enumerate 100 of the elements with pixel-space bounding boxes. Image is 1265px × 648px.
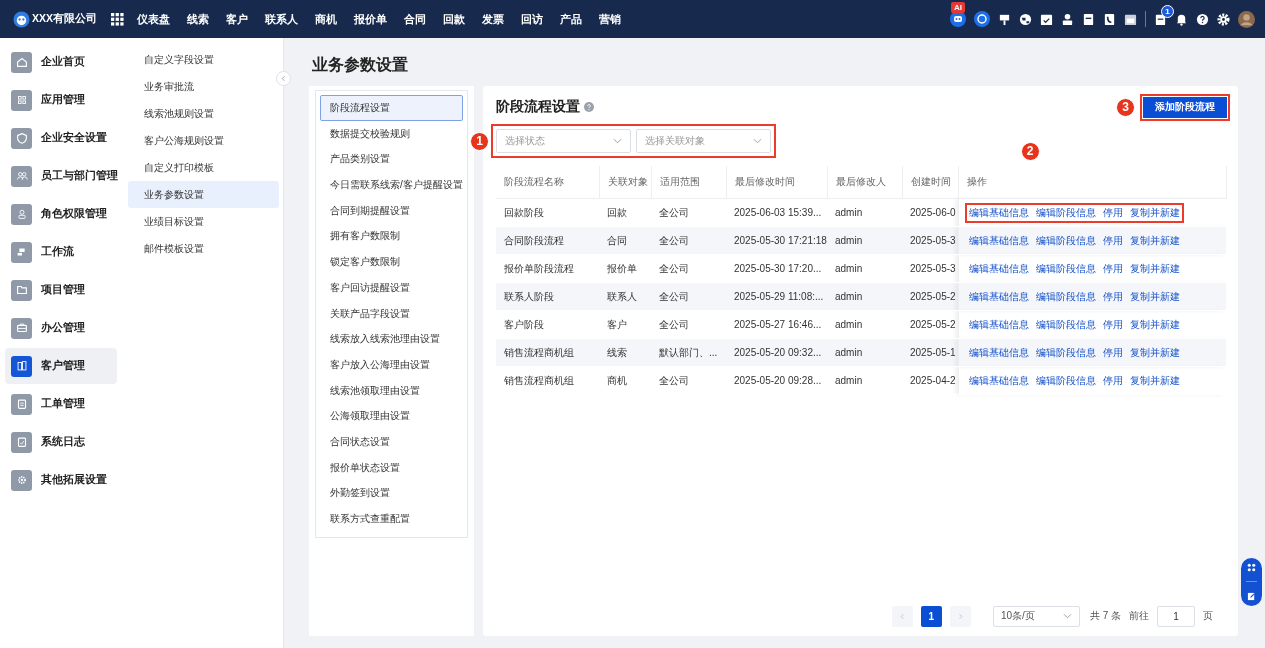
settings-list-item[interactable]: 报价单状态设置 (320, 454, 463, 481)
sidebar-item[interactable]: 项目管理 (5, 272, 117, 308)
phone-icon[interactable] (1103, 12, 1116, 26)
submenu-item[interactable]: 业务审批流 (128, 73, 279, 100)
action-link[interactable]: 编辑基础信息 (968, 233, 1029, 248)
action-link[interactable]: 编辑阶段信息 (1035, 373, 1096, 388)
sidebar-item[interactable]: 工单管理 (5, 386, 117, 422)
sidebar-item[interactable]: 应用管理 (5, 82, 117, 118)
action-link[interactable]: 编辑阶段信息 (1035, 205, 1096, 220)
action-link[interactable]: 编辑阶段信息 (1035, 345, 1096, 360)
nav-item[interactable]: 发票 (473, 11, 512, 27)
action-link[interactable]: 编辑阶段信息 (1035, 233, 1096, 248)
sidebar-item[interactable]: 系统日志 (5, 424, 117, 460)
action-link[interactable]: 复制并新建 (1129, 345, 1180, 360)
settings-list-item[interactable]: 阶段流程设置 (320, 95, 463, 121)
settings-list-item[interactable]: 线索池领取理由设置 (320, 377, 463, 404)
edit-icon[interactable] (1247, 592, 1256, 602)
action-link[interactable]: 复制并新建 (1129, 233, 1180, 248)
table-cell: admin (827, 198, 902, 227)
submenu-item[interactable]: 自定义字段设置 (128, 46, 279, 73)
settings-list-item[interactable]: 公海领取理由设置 (320, 403, 463, 429)
nav-item[interactable]: 报价单 (345, 11, 395, 27)
nav-item[interactable]: 商机 (306, 11, 345, 27)
action-link[interactable]: 停用 (1102, 261, 1123, 276)
settings-list-item[interactable]: 今日需联系线索/客户提醒设置 (320, 172, 463, 198)
globe-icon[interactable] (1019, 12, 1032, 26)
page-number[interactable]: 1 (920, 605, 942, 627)
submenu-item[interactable]: 线索池规则设置 (128, 100, 279, 127)
action-link[interactable]: 停用 (1102, 289, 1123, 304)
action-link[interactable]: 停用 (1102, 317, 1123, 332)
page-input[interactable]: 1 (1157, 605, 1195, 627)
action-link[interactable]: 停用 (1102, 345, 1123, 360)
column-header: 创建时间 (902, 166, 958, 199)
settings-list-item[interactable]: 客户回访提醒设置 (320, 274, 463, 301)
action-link[interactable]: 编辑基础信息 (968, 205, 1029, 220)
action-link[interactable]: 编辑阶段信息 (1035, 289, 1096, 304)
settings-list-item[interactable]: 合同到期提醒设置 (320, 197, 463, 224)
action-link[interactable]: 编辑基础信息 (968, 345, 1029, 360)
sidebar-item[interactable]: 员工与部门管理 (5, 158, 117, 194)
flag-icon[interactable] (998, 12, 1011, 26)
page-size-select[interactable]: 10条/页 (992, 605, 1080, 627)
settings-icon[interactable] (1217, 12, 1230, 26)
table-cell: admin (827, 282, 902, 311)
settings-list-item[interactable]: 锁定客户数限制 (320, 249, 463, 275)
settings-list-item[interactable]: 数据提交校验规则 (320, 120, 463, 147)
action-link[interactable]: 停用 (1102, 233, 1123, 248)
settings-list-item[interactable]: 外勤签到设置 (320, 480, 463, 506)
chat-icon[interactable] (974, 11, 990, 27)
calendar-check-icon[interactable] (1040, 12, 1053, 26)
submenu-item[interactable]: 业绩目标设置 (128, 208, 279, 235)
settings-list-item[interactable]: 拥有客户数限制 (320, 223, 463, 250)
action-link[interactable]: 编辑基础信息 (968, 261, 1029, 276)
settings-list-item[interactable]: 联系方式查重配置 (320, 506, 463, 532)
sidebar-item[interactable]: 企业首页 (5, 44, 117, 80)
action-link[interactable]: 复制并新建 (1129, 261, 1180, 276)
nav-item[interactable]: 仪表盘 (128, 11, 178, 27)
nav-item[interactable]: 营销 (590, 11, 629, 27)
apps-grid-icon[interactable] (111, 12, 124, 26)
action-link[interactable]: 复制并新建 (1129, 205, 1180, 220)
document-icon[interactable] (1082, 12, 1095, 26)
action-link[interactable]: 停用 (1102, 205, 1123, 220)
help-icon[interactable] (1196, 12, 1209, 26)
user-icon[interactable] (1061, 12, 1074, 26)
nav-item[interactable]: 合同 (395, 11, 434, 27)
action-link[interactable]: 编辑阶段信息 (1035, 261, 1096, 276)
action-link[interactable]: 编辑基础信息 (968, 373, 1029, 388)
nav-item[interactable]: 产品 (551, 11, 590, 27)
nav-item[interactable]: 线索 (178, 11, 217, 27)
action-link[interactable]: 复制并新建 (1129, 289, 1180, 304)
nav-item[interactable]: 客户 (217, 11, 256, 27)
clipboard-icon[interactable] (1154, 12, 1167, 26)
action-link[interactable]: 复制并新建 (1129, 317, 1180, 332)
action-link[interactable]: 编辑阶段信息 (1035, 317, 1096, 332)
connection-icon[interactable] (1247, 562, 1256, 572)
sidebar-item[interactable]: 办公管理 (5, 310, 117, 346)
submenu-item[interactable]: 邮件模板设置 (128, 235, 279, 262)
submenu-item[interactable]: 业务参数设置 (128, 181, 279, 208)
calendar-icon[interactable] (1124, 12, 1137, 26)
sidebar-item[interactable]: 其他拓展设置 (5, 462, 117, 498)
bell-icon[interactable] (1175, 12, 1188, 26)
settings-list-item[interactable]: 关联产品字段设置 (320, 300, 463, 327)
sidebar-item[interactable]: 企业安全设置 (5, 120, 117, 156)
settings-list-item[interactable]: 产品类别设置 (320, 146, 463, 173)
sidebar-item[interactable]: 角色权限管理 (5, 196, 117, 232)
sidebar-item[interactable]: 工作流 (5, 234, 117, 270)
nav-item[interactable]: 回款 (434, 11, 473, 27)
avatar[interactable] (1238, 10, 1255, 28)
action-link[interactable]: 停用 (1102, 373, 1123, 388)
action-link[interactable]: 编辑基础信息 (968, 289, 1029, 304)
add-stage-flow-button[interactable]: 添加阶段流程 (1143, 96, 1227, 118)
submenu-item[interactable]: 自定义打印模板 (128, 154, 279, 181)
settings-list-item[interactable]: 线索放入线索池理由设置 (320, 326, 463, 352)
submenu-item[interactable]: 客户公海规则设置 (128, 127, 279, 154)
sidebar-item[interactable]: 客户管理 (5, 348, 117, 384)
action-link[interactable]: 复制并新建 (1129, 373, 1180, 388)
nav-item[interactable]: 联系人 (256, 11, 306, 27)
settings-list-item[interactable]: 合同状态设置 (320, 428, 463, 455)
nav-item[interactable]: 回访 (512, 11, 551, 27)
action-link[interactable]: 编辑基础信息 (968, 317, 1029, 332)
settings-list-item[interactable]: 客户放入公海理由设置 (320, 351, 463, 378)
